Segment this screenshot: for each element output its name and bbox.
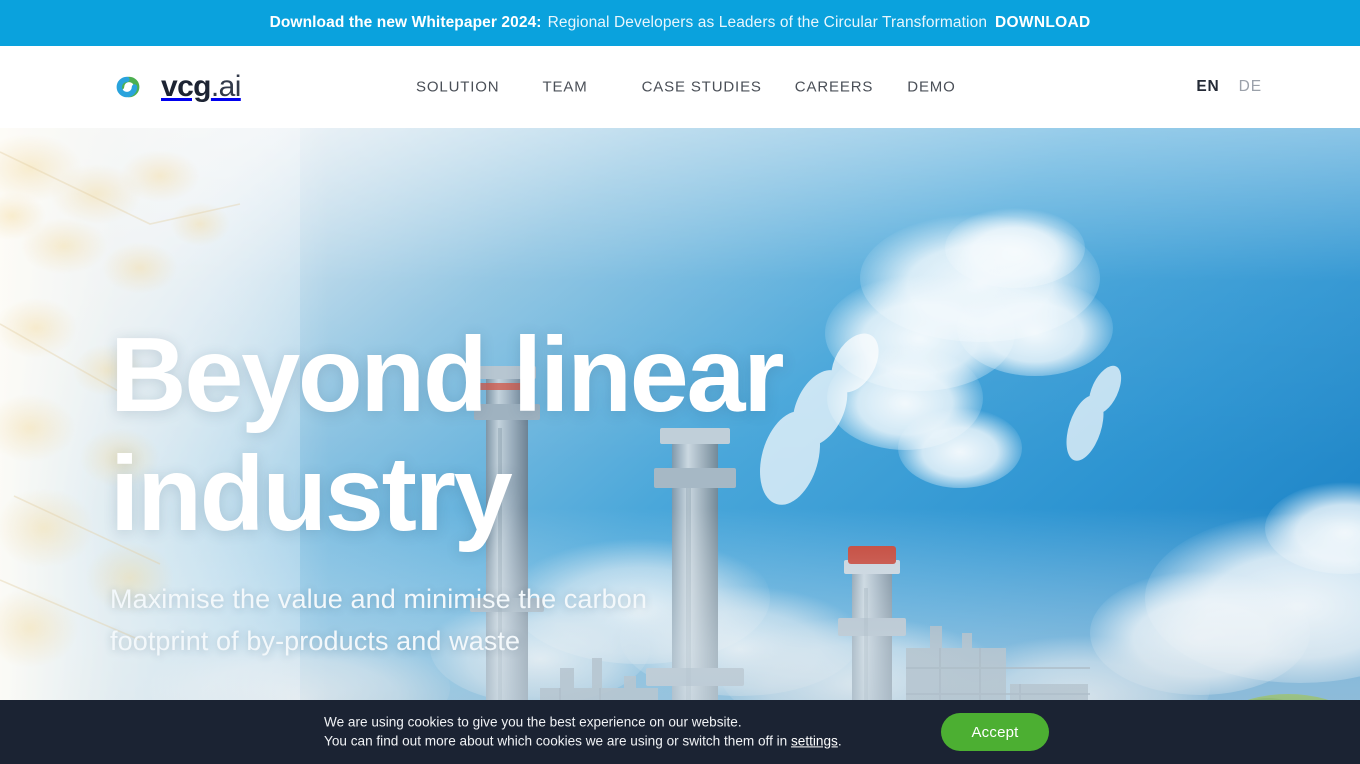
cookie-message-line-2: You can find out more about which cookie… bbox=[324, 732, 842, 751]
hero-content: Beyond linear industry Maximise the valu… bbox=[110, 128, 970, 764]
language-option-en[interactable]: EN bbox=[1196, 78, 1219, 96]
hero-title: Beyond linear industry bbox=[110, 316, 970, 553]
logo-text-main: vcg bbox=[161, 70, 212, 103]
cookie-message: We are using cookies to give you the bes… bbox=[324, 713, 842, 750]
hero-section: Beyond linear industry Maximise the valu… bbox=[0, 128, 1360, 764]
promo-headline: Download the new Whitepaper 2024: bbox=[269, 14, 542, 31]
nav-item-team[interactable]: TEAM bbox=[542, 73, 587, 102]
promo-banner-content: Download the new Whitepaper 2024: Region… bbox=[270, 14, 1091, 32]
cookie-line2-suffix: . bbox=[837, 733, 842, 748]
site-header: vcg.ai SOLUTION TEAM CASE STUDIES CAREER… bbox=[0, 46, 1360, 128]
cookie-line2-prefix: You can find out more about which cookie… bbox=[324, 733, 791, 748]
promo-subtext: Regional Developers as Leaders of the Ci… bbox=[547, 14, 988, 31]
nav-item-demo[interactable]: DEMO bbox=[907, 73, 955, 102]
cookie-message-line-1: We are using cookies to give you the bes… bbox=[324, 714, 742, 730]
language-switcher: EN DE bbox=[1196, 78, 1262, 96]
promo-download-link[interactable]: DOWNLOAD bbox=[995, 14, 1090, 32]
promo-banner[interactable]: Download the new Whitepaper 2024: Region… bbox=[0, 0, 1360, 46]
site-logo[interactable]: vcg.ai bbox=[106, 72, 241, 102]
infinity-recycle-icon bbox=[116, 76, 140, 98]
logo-text-suffix: .ai bbox=[210, 70, 241, 103]
language-option-de[interactable]: DE bbox=[1239, 78, 1262, 96]
nav-item-careers[interactable]: CAREERS bbox=[795, 73, 873, 102]
logo-text: vcg.ai bbox=[161, 72, 241, 102]
cookie-consent-bar: We are using cookies to give you the bes… bbox=[0, 700, 1360, 764]
nav-item-case-studies[interactable]: CASE STUDIES bbox=[642, 73, 762, 102]
cookie-settings-link[interactable]: settings bbox=[791, 733, 838, 748]
hero-title-line-1: Beyond linear bbox=[110, 316, 785, 434]
hero-title-line-2: industry bbox=[110, 434, 513, 553]
hero-subtitle: Maximise the value and minimise the carb… bbox=[110, 584, 647, 657]
cookie-accept-button[interactable]: Accept bbox=[941, 713, 1049, 751]
nav-item-solution[interactable]: SOLUTION bbox=[416, 73, 499, 102]
main-navigation: SOLUTION TEAM CASE STUDIES CAREERS DEMO bbox=[416, 73, 956, 102]
